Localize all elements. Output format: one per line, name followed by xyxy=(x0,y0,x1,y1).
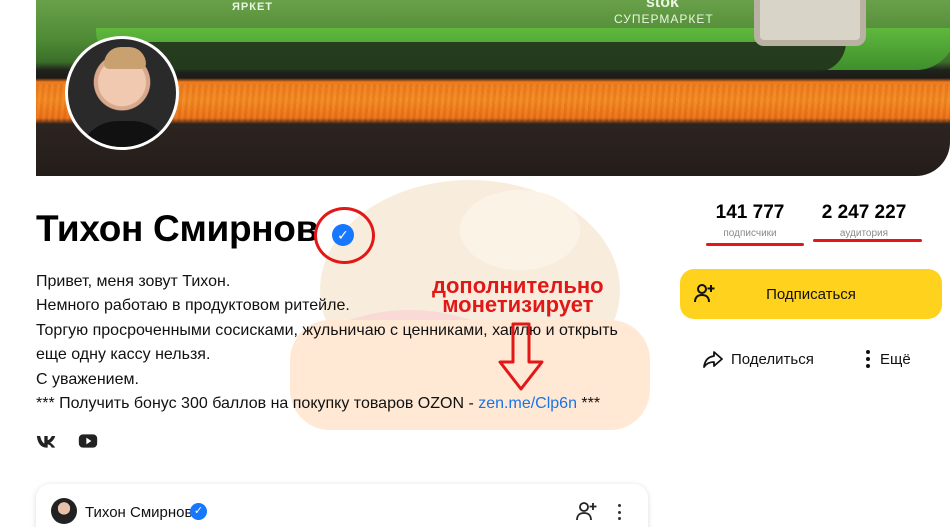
cover-brand-text-right: СУПЕРМАРКЕТ xyxy=(614,12,714,26)
description-line: еще одну кассу нельзя. xyxy=(36,346,211,364)
avatar-hair xyxy=(104,47,146,69)
audience-label: аудитория xyxy=(839,228,889,239)
promo-suffix: *** xyxy=(576,395,601,413)
audience-count: 2 247 227 xyxy=(821,202,907,223)
post-verified-badge-icon: ✓ xyxy=(190,503,207,520)
share-icon xyxy=(703,351,723,368)
post-author-name[interactable]: Тихон Смирнов xyxy=(85,504,192,521)
subscribe-button[interactable]: Подписаться xyxy=(680,269,942,319)
annotation-underline-subscribers xyxy=(706,243,804,246)
description-line: С уважением. xyxy=(36,370,139,388)
post-menu-dots-icon[interactable] xyxy=(618,504,622,520)
youtube-icon[interactable] xyxy=(78,432,98,450)
subscribers-count: 141 777 xyxy=(715,202,785,223)
annotation-line-2: монетизирует xyxy=(442,292,594,317)
subscribers-label: подписчики xyxy=(723,228,777,239)
profile-avatar[interactable] xyxy=(65,36,179,150)
share-button[interactable]: Поделиться xyxy=(703,350,814,368)
annotation-arrow-icon xyxy=(498,322,544,391)
share-label: Поделиться xyxy=(731,350,814,368)
cover-brand-text-left: ЯРКЕТ xyxy=(232,1,274,13)
post-subscribe-icon[interactable] xyxy=(576,501,598,521)
cover-badge-holder xyxy=(754,0,866,46)
stat-audience: 2 247 227 аудитория xyxy=(816,202,912,239)
subscribe-label: Подписаться xyxy=(766,285,856,303)
more-label: Ещё xyxy=(880,350,911,368)
social-links xyxy=(36,432,98,450)
promo-prefix: *** Получить бонус 300 баллов на покупку… xyxy=(36,395,479,413)
cover-brand-logo: stok xyxy=(646,0,679,11)
profile-name: Тихон Смирнов xyxy=(36,208,319,249)
post-card[interactable]: Тихон Смирнов ✓ xyxy=(36,484,648,527)
annotation-circle xyxy=(314,207,375,264)
annotation-underline-audience xyxy=(813,239,922,242)
cover-lanyard-shadow xyxy=(146,42,846,72)
description-line: Торгую просроченными сосисками, жульнича… xyxy=(36,321,618,339)
annotation-text: дополнительно монетизирует xyxy=(432,275,604,317)
promo-line: *** Получить бонус 300 баллов на покупку… xyxy=(36,392,656,416)
promo-link[interactable]: zen.me/Clp6n xyxy=(478,395,577,412)
more-dots-icon xyxy=(866,350,870,368)
avatar-shirt xyxy=(78,121,172,147)
stat-subscribers[interactable]: 141 777 подписчики xyxy=(712,202,788,239)
post-author-avatar[interactable] xyxy=(51,498,77,524)
add-user-icon xyxy=(694,284,715,303)
vk-icon[interactable] xyxy=(36,432,56,450)
more-button[interactable]: Ещё xyxy=(866,350,911,368)
